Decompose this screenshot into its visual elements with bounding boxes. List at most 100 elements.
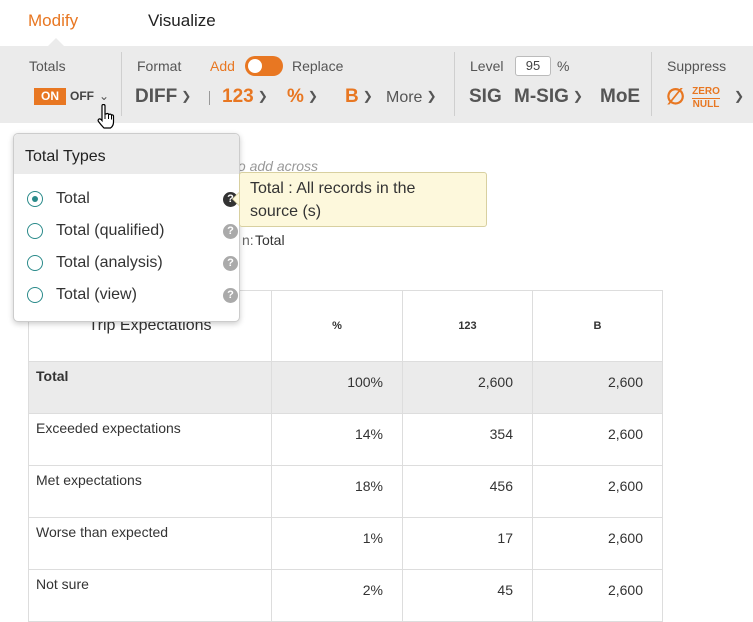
row-label: Total xyxy=(28,361,272,414)
replace-option[interactable]: Replace xyxy=(292,58,343,74)
table-row: Worse than expected 1% 17 2,600 xyxy=(28,517,663,570)
cell-count: 17 xyxy=(402,517,533,570)
header-percent[interactable]: % xyxy=(271,290,403,362)
table-row: Not sure 2% 45 2,600 xyxy=(28,569,663,622)
option-label: Total (view) xyxy=(56,286,137,303)
percent-label: % xyxy=(287,86,304,107)
cell-percent: 14% xyxy=(271,413,403,466)
add-option[interactable]: Add xyxy=(210,58,235,74)
help-icon[interactable]: ? xyxy=(223,224,238,239)
cell-count: 354 xyxy=(402,413,533,466)
results-table: Trip Expectations % 123 B Total 100% 2,6… xyxy=(28,290,663,622)
tooltip-line-2: source (s) xyxy=(250,203,322,220)
toolbar-pipe xyxy=(209,91,210,105)
cell-count: 456 xyxy=(402,465,533,518)
header-base[interactable]: B xyxy=(532,290,663,362)
cell-percent: 100% xyxy=(271,361,403,414)
null-label: NULL xyxy=(692,99,720,110)
help-icon[interactable]: ? xyxy=(223,256,238,271)
tooltip-arrow-fill xyxy=(233,193,239,205)
option-label: Total xyxy=(56,190,90,207)
base-label: B xyxy=(345,86,359,107)
chevron-down-icon[interactable]: ❯ xyxy=(734,89,744,103)
percent-button[interactable]: % ❯ xyxy=(287,86,318,108)
option-total-analysis[interactable]: Total (analysis) ? xyxy=(27,253,238,275)
chevron-down-icon: ❯ xyxy=(181,89,192,103)
active-tab-caret xyxy=(48,38,64,46)
radio-unselected[interactable] xyxy=(27,287,43,303)
summary-prefix: n: xyxy=(242,232,254,248)
tab-visualize[interactable]: Visualize xyxy=(148,11,216,31)
msig-label: M-SIG xyxy=(514,86,569,107)
row-label: Worse than expected xyxy=(28,517,272,570)
more-label: More xyxy=(386,89,423,106)
option-label: Total (analysis) xyxy=(56,254,163,271)
chevron-down-icon: ❯ xyxy=(257,89,268,103)
cell-base: 2,600 xyxy=(532,569,663,622)
chevron-down-icon: ❯ xyxy=(362,89,373,103)
option-label: Total (qualified) xyxy=(56,222,165,239)
header-count[interactable]: 123 xyxy=(402,290,533,362)
sig-button[interactable]: SIG xyxy=(469,86,502,108)
cell-base: 2,600 xyxy=(532,413,663,466)
row-label: Met expectations xyxy=(28,465,272,518)
tooltip: Total : All records in the source (s) xyxy=(239,172,487,227)
summary-value: Total xyxy=(255,232,285,248)
option-total-qualified[interactable]: Total (qualified) ? xyxy=(27,221,238,243)
table-row: Total 100% 2,600 2,600 xyxy=(28,361,663,414)
tab-bar: Modify Visualize xyxy=(0,0,753,46)
toolbar-divider xyxy=(651,52,652,116)
add-replace-toggle[interactable] xyxy=(245,56,283,76)
chevron-down-icon: ❯ xyxy=(426,89,437,103)
cell-count: 2,600 xyxy=(402,361,533,414)
count-label: 123 xyxy=(222,86,254,107)
chevron-down-icon: ❯ xyxy=(307,89,318,103)
chevron-down-icon[interactable]: ⌄ xyxy=(99,89,109,103)
radio-unselected[interactable] xyxy=(27,255,43,271)
totals-on-button[interactable]: ON xyxy=(34,88,66,105)
zero-null-button[interactable]: ZERO NULL xyxy=(692,87,720,110)
zero-null-icon[interactable]: ∅ xyxy=(666,84,685,110)
toggle-knob xyxy=(248,59,262,73)
radio-unselected[interactable] xyxy=(27,223,43,239)
hand-cursor-icon xyxy=(97,104,115,129)
cell-percent: 1% xyxy=(271,517,403,570)
row-label: Not sure xyxy=(28,569,272,622)
radio-selected[interactable] xyxy=(27,191,43,207)
help-icon[interactable]: ? xyxy=(223,288,238,303)
format-label: Format xyxy=(137,58,182,74)
tooltip-text: Total : All records in the source (s) xyxy=(250,177,415,223)
row-label: Exceeded expectations xyxy=(28,413,272,466)
diff-button[interactable]: DIFF ❯ xyxy=(135,86,191,108)
option-total[interactable]: Total ? xyxy=(27,189,238,211)
level-label: Level xyxy=(470,58,504,74)
popup-title: Total Types xyxy=(25,148,106,165)
cell-base: 2,600 xyxy=(532,517,663,570)
tooltip-line-1: Total : All records in the xyxy=(250,180,416,197)
option-total-view[interactable]: Total (view) ? xyxy=(27,285,238,307)
zero-label: ZERO xyxy=(692,86,720,97)
cell-percent: 2% xyxy=(271,569,403,622)
toolbar-divider xyxy=(121,52,122,116)
chevron-down-icon: ❯ xyxy=(572,89,583,103)
base-button[interactable]: B ❯ xyxy=(345,86,373,108)
cell-count: 45 xyxy=(402,569,533,622)
more-button[interactable]: More ❯ xyxy=(386,89,437,107)
diff-label: DIFF xyxy=(135,86,178,107)
count-button[interactable]: 123 ❯ xyxy=(222,86,268,108)
cell-base: 2,600 xyxy=(532,361,663,414)
msig-button[interactable]: M-SIG ❯ xyxy=(514,86,583,108)
tab-modify[interactable]: Modify xyxy=(28,11,78,31)
totals-label: Totals xyxy=(29,58,66,74)
totals-off-button[interactable]: OFF xyxy=(70,89,94,103)
suppress-label: Suppress xyxy=(667,58,727,74)
toolbar-divider xyxy=(454,52,455,116)
table-row: Met expectations 18% 456 2,600 xyxy=(28,465,663,518)
moe-button[interactable]: MoE xyxy=(600,86,640,108)
cell-percent: 18% xyxy=(271,465,403,518)
level-input[interactable]: 95 xyxy=(515,56,551,76)
total-types-popup: Total Types Total ? Total (qualified) ? … xyxy=(13,133,240,322)
table-row: Exceeded expectations 14% 354 2,600 xyxy=(28,413,663,466)
level-unit: % xyxy=(557,58,570,74)
cell-base: 2,600 xyxy=(532,465,663,518)
